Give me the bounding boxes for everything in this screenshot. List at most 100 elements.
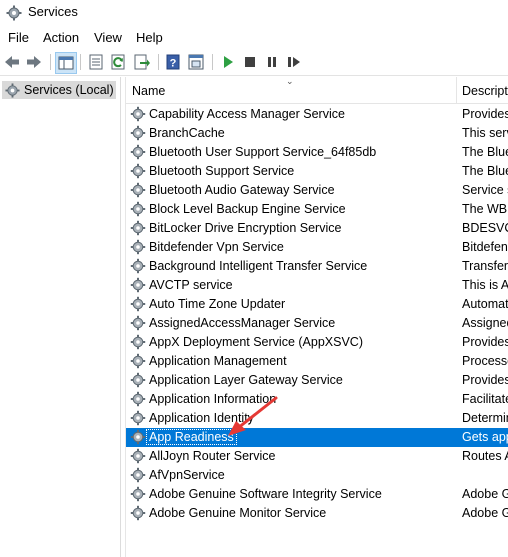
service-gear-icon xyxy=(130,429,146,445)
service-gear-icon xyxy=(130,182,146,198)
service-description: Gets app xyxy=(462,430,508,444)
service-row[interactable]: Bitdefender Vpn Service Bitdefend xyxy=(126,238,508,257)
back-arrow-icon xyxy=(5,56,19,68)
restart-service-button[interactable] xyxy=(285,53,303,71)
forward-arrow-icon xyxy=(27,56,41,68)
services-gear-icon xyxy=(5,82,20,98)
show-hide-console-tree-button[interactable] xyxy=(55,52,77,74)
service-gear-icon xyxy=(130,125,146,141)
service-row[interactable]: Bluetooth Audio Gateway Service Service s xyxy=(126,181,508,200)
service-gear-icon xyxy=(130,220,146,236)
service-row[interactable]: Bluetooth Support Service The Blue xyxy=(126,162,508,181)
service-gear-icon xyxy=(130,486,146,502)
column-divider[interactable] xyxy=(456,77,457,103)
list-header: ⌄ Name Descripti xyxy=(126,76,508,104)
service-name: Adobe Genuine Monitor Service xyxy=(149,506,327,520)
restart-service-icon xyxy=(288,57,300,67)
toolbar-separator xyxy=(212,54,213,70)
service-row[interactable]: BitLocker Drive Encryption Service BDESVC xyxy=(126,219,508,238)
service-gear-icon xyxy=(130,353,146,369)
service-name: AppX Deployment Service (AppXSVC) xyxy=(149,335,363,349)
refresh-button[interactable] xyxy=(110,53,128,71)
help-icon: ? xyxy=(166,54,180,70)
pause-service-button[interactable] xyxy=(263,53,281,71)
service-row[interactable]: AVCTP service This is A xyxy=(126,276,508,295)
toolbar-separator xyxy=(80,54,81,70)
service-name: Auto Time Zone Updater xyxy=(149,297,286,311)
tree-node-services-local[interactable]: Services (Local) xyxy=(2,81,116,99)
column-header-name[interactable]: Name xyxy=(132,84,165,98)
forward-button[interactable] xyxy=(25,53,43,71)
service-row[interactable]: AllJoyn Router Service Routes A xyxy=(126,447,508,466)
service-gear-icon xyxy=(130,315,146,331)
service-name: Application Information xyxy=(149,392,277,406)
service-name: BranchCache xyxy=(149,126,225,140)
service-gear-icon xyxy=(130,372,146,388)
menu-bar: File Action View Help xyxy=(0,28,508,48)
service-row[interactable]: Block Level Backup Engine Service The WBE xyxy=(126,200,508,219)
menu-view[interactable]: View xyxy=(94,30,122,45)
service-row[interactable]: Application Information Facilitate xyxy=(126,390,508,409)
service-gear-icon xyxy=(130,144,146,160)
start-service-button[interactable] xyxy=(219,53,237,71)
help-button[interactable]: ? xyxy=(164,53,182,71)
service-description: Provides xyxy=(462,335,508,349)
service-name: Block Level Backup Engine Service xyxy=(149,202,346,216)
back-button[interactable] xyxy=(3,53,21,71)
show-hide-console-tree-icon xyxy=(58,56,74,70)
service-row[interactable]: App Readiness Gets app xyxy=(126,428,508,447)
console-tree-pane: Services (Local) xyxy=(0,77,121,557)
service-row[interactable]: AppX Deployment Service (AppXSVC) Provide… xyxy=(126,333,508,352)
service-row[interactable]: Bluetooth User Support Service_64f85db Th… xyxy=(126,143,508,162)
menu-help[interactable]: Help xyxy=(136,30,163,45)
stop-service-icon xyxy=(245,57,255,67)
service-row[interactable]: Application Management Processe xyxy=(126,352,508,371)
service-row[interactable]: Adobe Genuine Monitor Service Adobe G xyxy=(126,504,508,523)
service-description: The Blue xyxy=(462,164,508,178)
refresh-icon xyxy=(111,54,125,70)
export-list-icon xyxy=(134,54,150,70)
service-name: App Readiness xyxy=(146,429,237,445)
service-name: AssignedAccessManager Service xyxy=(149,316,336,330)
service-row[interactable]: Auto Time Zone Updater Automati xyxy=(126,295,508,314)
menu-action[interactable]: Action xyxy=(43,30,79,45)
menu-file[interactable]: File xyxy=(8,30,29,45)
service-gear-icon xyxy=(130,163,146,179)
console-icon xyxy=(188,54,204,70)
service-row[interactable]: AssignedAccessManager Service Assigned xyxy=(126,314,508,333)
service-description: Facilitate xyxy=(462,392,508,406)
service-name: Bluetooth Support Service xyxy=(149,164,295,178)
pause-service-icon xyxy=(268,57,276,67)
service-description: Provides xyxy=(462,373,508,387)
toolbar-separator xyxy=(158,54,159,70)
service-row[interactable]: Application Layer Gateway Service Provide… xyxy=(126,371,508,390)
service-row[interactable]: BranchCache This servi xyxy=(126,124,508,143)
column-header-description[interactable]: Descripti xyxy=(462,84,508,98)
service-description: The Blue xyxy=(462,145,508,159)
service-name: Application Layer Gateway Service xyxy=(149,373,343,387)
stop-service-button[interactable] xyxy=(241,53,259,71)
service-description: Processe xyxy=(462,354,508,368)
service-description: Adobe G xyxy=(462,506,508,520)
service-name: Bluetooth Audio Gateway Service xyxy=(149,183,335,197)
service-row[interactable]: Capability Access Manager Service Provide… xyxy=(126,105,508,124)
service-description: Transfers xyxy=(462,259,508,273)
service-name: Application Identity xyxy=(149,411,254,425)
service-gear-icon xyxy=(130,467,146,483)
service-row[interactable]: Background Intelligent Transfer Service T… xyxy=(126,257,508,276)
service-gear-icon xyxy=(130,277,146,293)
console-button[interactable] xyxy=(187,53,205,71)
service-row[interactable]: Adobe Genuine Software Integrity Service… xyxy=(126,485,508,504)
service-name: Adobe Genuine Software Integrity Service xyxy=(149,487,382,501)
service-name: Bluetooth User Support Service_64f85db xyxy=(149,145,377,159)
tree-node-label: Services (Local) xyxy=(24,83,114,97)
service-description: Bitdefend xyxy=(462,240,508,254)
service-row[interactable]: Application Identity Determin xyxy=(126,409,508,428)
service-description: The WBE xyxy=(462,202,508,216)
service-name: Bitdefender Vpn Service xyxy=(149,240,284,254)
export-list-button[interactable] xyxy=(133,53,151,71)
service-description: Automati xyxy=(462,297,508,311)
properties-button[interactable] xyxy=(87,53,105,71)
svg-text:?: ? xyxy=(170,58,177,70)
service-row[interactable]: AfVpnService xyxy=(126,466,508,485)
